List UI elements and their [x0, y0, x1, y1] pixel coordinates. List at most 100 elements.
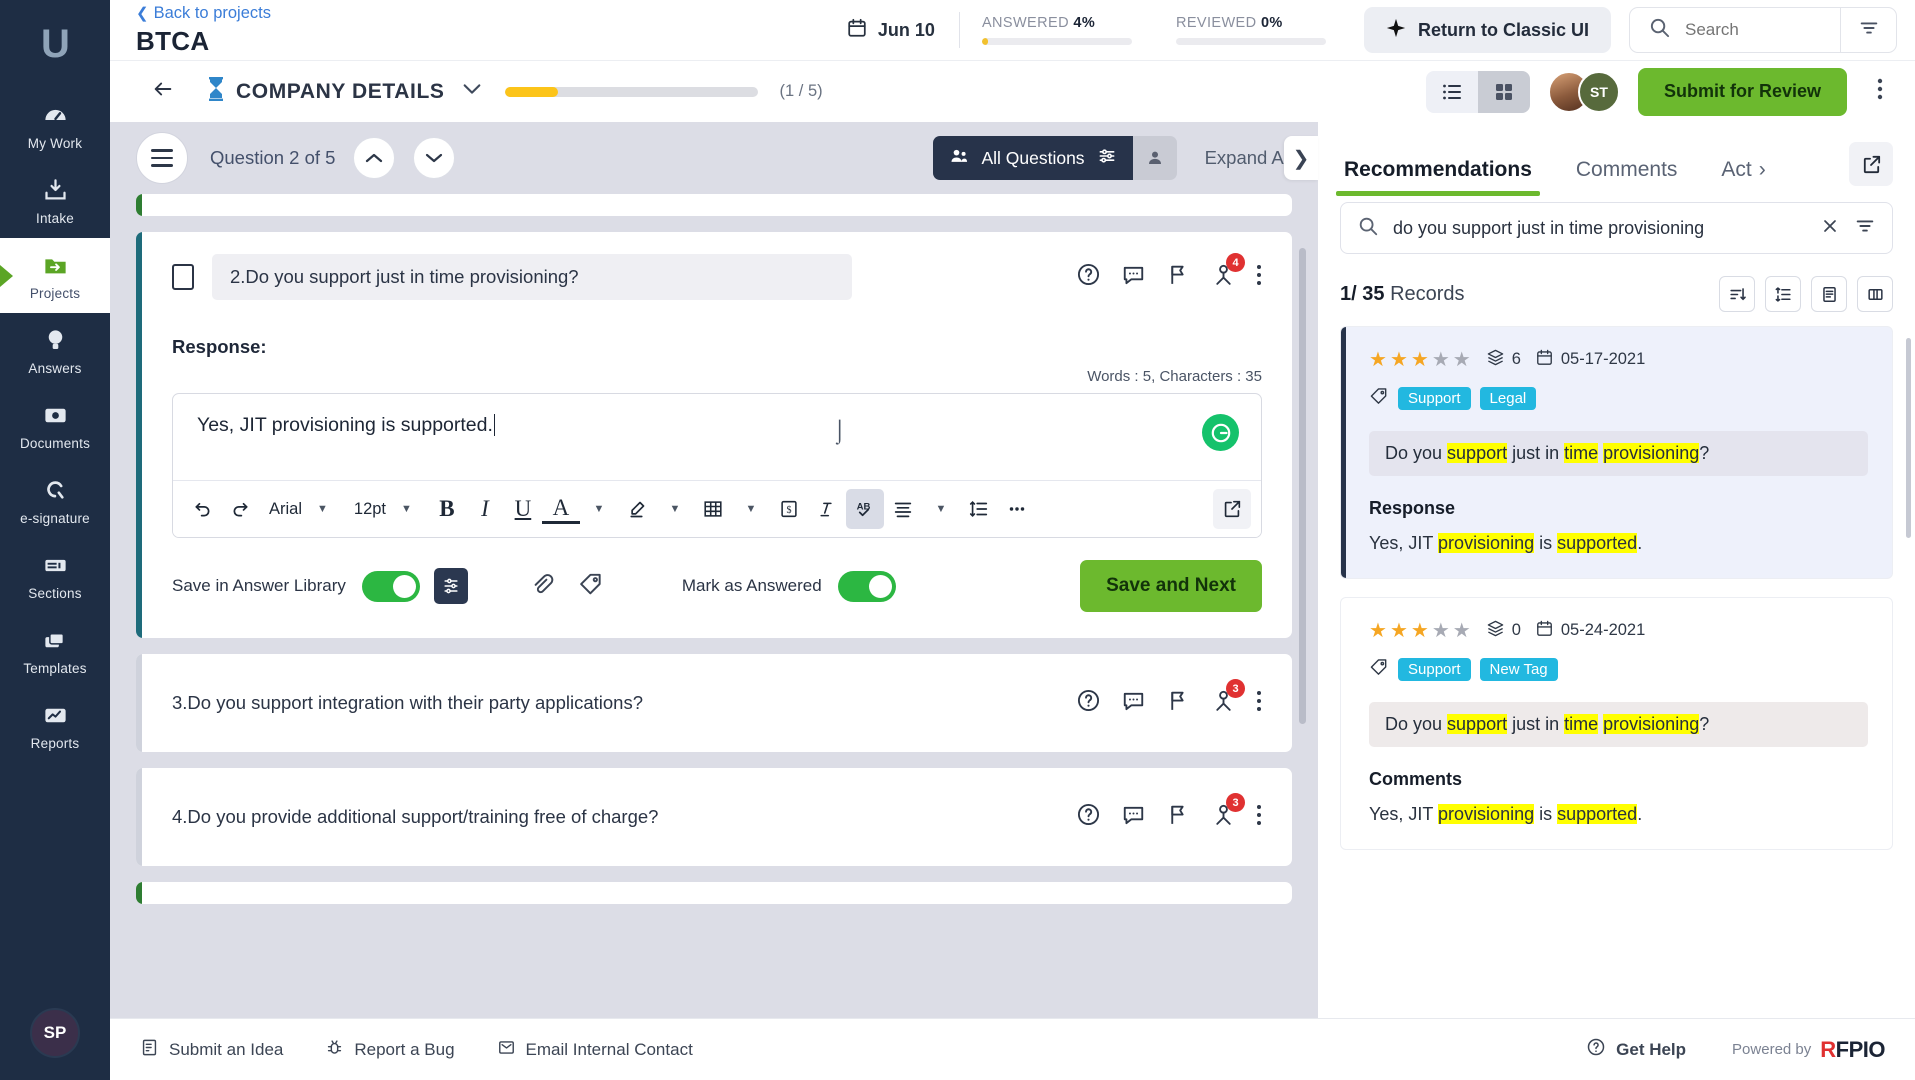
highlight-chevron-down-icon[interactable]: ▼ [656, 489, 694, 529]
sidebar-item-projects[interactable]: Projects [0, 238, 110, 313]
tag-icon[interactable] [578, 571, 604, 602]
response-editor-textarea[interactable]: Yes, JIT provisioning is supported. ⌡ [173, 394, 1261, 480]
redo-button[interactable] [221, 489, 259, 529]
clear-search-icon[interactable] [1820, 216, 1840, 241]
question-card-previous[interactable] [136, 194, 1292, 216]
due-date-chip[interactable]: Jun 10 [846, 12, 960, 48]
align-button[interactable] [884, 489, 922, 529]
record-rating[interactable]: ★ ★ ★ ★ ★ [1369, 618, 1472, 643]
records-list[interactable]: ★ ★ ★ ★ ★ 6 05-17-2021 Support Legal Do … [1318, 326, 1915, 1018]
save-and-next-button[interactable]: Save and Next [1080, 560, 1262, 612]
sort-records-button[interactable] [1719, 276, 1755, 312]
insert-table-button[interactable] [694, 489, 732, 529]
document-view-button[interactable] [1811, 276, 1847, 312]
record-tag[interactable]: Support [1398, 387, 1471, 410]
tab-recommendations[interactable]: Recommendations [1336, 158, 1540, 196]
spellcheck-button[interactable]: AB [845, 489, 884, 529]
assign-user-icon[interactable]: 3 [1211, 679, 1245, 718]
expand-all-button[interactable]: Expand All [1205, 147, 1292, 169]
flag-icon[interactable] [1166, 688, 1191, 718]
font-size-select[interactable]: 12pt ▼ [344, 489, 428, 529]
question-checkbox[interactable] [172, 264, 194, 290]
tab-comments[interactable]: Comments [1572, 158, 1682, 196]
questions-scrollbar-thumb[interactable] [1299, 248, 1306, 724]
record-tag[interactable]: New Tag [1479, 658, 1558, 681]
insert-currency-button[interactable]: $ [770, 489, 808, 529]
mark-as-answered-toggle[interactable] [837, 570, 896, 602]
submit-for-review-button[interactable]: Submit for Review [1637, 67, 1847, 116]
comment-icon[interactable] [1121, 802, 1146, 832]
back-to-projects-link[interactable]: ❮ Back to projects [136, 4, 271, 23]
question-card-3[interactable]: 3.Do you support integration with their … [136, 654, 1292, 752]
undo-button[interactable] [183, 489, 221, 529]
assign-user-icon[interactable]: 4 [1211, 253, 1245, 292]
chevron-down-icon[interactable] [461, 81, 483, 102]
open-fullscreen-editor-button[interactable] [1213, 489, 1251, 529]
record-tag[interactable]: Legal [1479, 387, 1537, 410]
all-questions-filter-button[interactable]: All Questions [933, 136, 1133, 180]
more-options-button[interactable] [1865, 71, 1895, 112]
font-family-select[interactable]: Arial ▼ [259, 489, 344, 529]
answer-library-settings-button[interactable] [433, 568, 468, 604]
assign-user-icon[interactable]: 3 [1211, 793, 1245, 832]
sidebar-item-sections[interactable]: Sections [0, 538, 110, 613]
questions-scroll-area[interactable]: 2.Do you support just in time provisioni… [110, 194, 1318, 1018]
return-to-classic-ui-button[interactable]: Return to Classic UI [1363, 7, 1611, 53]
question-card-4[interactable]: 4.Do you provide additional support/trai… [136, 768, 1292, 866]
search-filter-button[interactable] [1840, 8, 1896, 52]
help-icon[interactable] [1076, 688, 1101, 718]
table-chevron-down-icon[interactable]: ▼ [732, 489, 770, 529]
email-internal-contact-link[interactable]: Email Internal Contact [497, 1038, 693, 1062]
record-tag[interactable]: Support [1398, 658, 1471, 681]
sidebar-item-intake[interactable]: Intake [0, 163, 110, 238]
italic-button[interactable]: I [466, 489, 504, 529]
open-in-new-window-button[interactable] [1849, 142, 1893, 186]
question-card-next[interactable] [136, 882, 1292, 904]
sidebar-item-answers[interactable]: Answers [0, 313, 110, 388]
record-rating[interactable]: ★ ★ ★ ★ ★ [1369, 347, 1472, 372]
more-tools-button[interactable] [998, 489, 1036, 529]
tab-activity[interactable]: Act › [1717, 158, 1769, 196]
help-icon[interactable] [1076, 802, 1101, 832]
line-spacing-button[interactable] [960, 489, 998, 529]
font-color-button[interactable]: A [541, 494, 580, 524]
reorder-records-button[interactable] [1765, 276, 1801, 312]
sidebar-item-reports[interactable]: Reports [0, 688, 110, 763]
user-avatar[interactable]: SP [30, 1008, 80, 1058]
highlight-color-button[interactable] [618, 489, 656, 529]
search-input[interactable] [1685, 20, 1822, 40]
save-in-answer-library-toggle[interactable] [361, 570, 420, 602]
comment-icon[interactable] [1121, 688, 1146, 718]
questions-menu-button[interactable] [136, 132, 188, 184]
record-card[interactable]: ★ ★ ★ ★ ★ 0 05-24-2021 Support New Tag D… [1340, 597, 1893, 850]
question-more-options-icon[interactable] [1256, 263, 1262, 292]
help-icon[interactable] [1076, 262, 1101, 292]
recommendations-search-input[interactable] [1393, 217, 1806, 239]
collapse-right-panel-button[interactable]: ❯ [1284, 136, 1318, 180]
next-question-button[interactable] [413, 137, 456, 179]
sidebar-item-my-work[interactable]: My Work [0, 88, 110, 163]
list-view-button[interactable] [1425, 70, 1478, 113]
sidebar-item-e-signature[interactable]: e-signature [0, 463, 110, 538]
submit-an-idea-link[interactable]: Submit an Idea [140, 1038, 283, 1062]
comment-icon[interactable] [1121, 262, 1146, 292]
attachment-icon[interactable] [528, 571, 554, 602]
search-filter-icon[interactable] [1854, 215, 1876, 242]
grammarly-icon[interactable] [1202, 414, 1239, 451]
clear-format-button[interactable] [808, 489, 846, 529]
flag-icon[interactable] [1166, 262, 1191, 292]
sidebar-item-documents[interactable]: Documents [0, 388, 110, 463]
records-scrollbar-thumb[interactable] [1906, 338, 1911, 538]
split-view-button[interactable] [1857, 276, 1893, 312]
align-chevron-down-icon[interactable]: ▼ [922, 489, 960, 529]
underline-button[interactable]: U [504, 489, 542, 529]
sidebar-item-templates[interactable]: Templates [0, 613, 110, 688]
flag-icon[interactable] [1166, 802, 1191, 832]
font-color-chevron-down-icon[interactable]: ▼ [580, 489, 618, 529]
bold-button[interactable]: B [428, 489, 466, 529]
previous-question-button[interactable] [353, 137, 396, 179]
avatar[interactable]: ST [1577, 70, 1620, 113]
get-help-link[interactable]: Get Help [1586, 1037, 1686, 1062]
my-questions-filter-button[interactable] [1132, 136, 1177, 180]
collaborator-avatars[interactable]: ST [1547, 70, 1620, 113]
